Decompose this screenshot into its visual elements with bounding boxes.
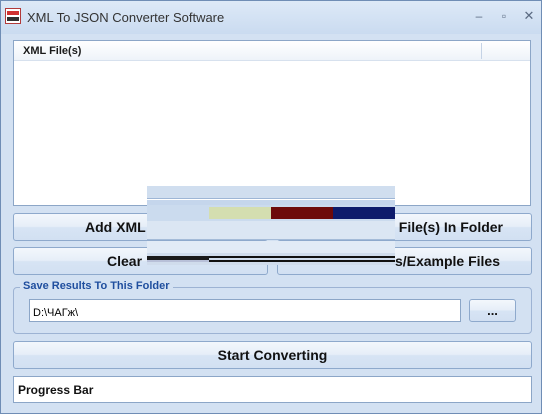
example-files-label: s/Example Files bbox=[394, 253, 500, 269]
add-files-in-folder-label: File(s) In Folder bbox=[398, 219, 503, 235]
artifact-band bbox=[147, 241, 395, 253]
browse-folder-button[interactable]: ... bbox=[469, 299, 516, 322]
artifact-band bbox=[147, 253, 395, 265]
artifact-green-block bbox=[209, 207, 271, 219]
maximize-icon[interactable]: ▫ bbox=[496, 9, 512, 23]
output-folder-input[interactable] bbox=[29, 299, 461, 322]
xml-file-list[interactable]: XML File(s) bbox=[13, 40, 531, 206]
progress-bar: Progress Bar bbox=[13, 376, 532, 403]
minimize-icon[interactable]: – bbox=[471, 9, 487, 23]
column-header-xml-files[interactable]: XML File(s) bbox=[23, 45, 81, 57]
app-window: XML To JSON Converter Software – ▫ ✕ XML… bbox=[0, 0, 542, 414]
start-converting-button[interactable]: Start Converting bbox=[13, 341, 532, 369]
progress-bar-label: Progress Bar bbox=[18, 383, 94, 397]
app-logo-icon bbox=[5, 8, 21, 24]
artifact-band bbox=[147, 205, 395, 221]
save-folder-group-title: Save Results To This Folder bbox=[20, 280, 173, 292]
title-bar[interactable]: XML To JSON Converter Software – ▫ ✕ bbox=[1, 1, 541, 34]
list-column-header[interactable]: XML File(s) bbox=[14, 41, 530, 61]
add-xml-files-label: Add XML bbox=[85, 219, 146, 235]
artifact-band bbox=[147, 221, 395, 240]
artifact-line bbox=[209, 256, 395, 258]
clear-label: Clear bbox=[107, 253, 143, 269]
artifact-line bbox=[147, 260, 209, 262]
rendering-artifact bbox=[147, 186, 395, 266]
artifact-line bbox=[209, 260, 395, 262]
artifact-blue-block bbox=[333, 207, 395, 219]
artifact-band bbox=[147, 186, 395, 199]
window-title: XML To JSON Converter Software bbox=[27, 10, 225, 25]
column-divider[interactable] bbox=[481, 43, 482, 59]
close-icon[interactable]: ✕ bbox=[521, 9, 537, 23]
artifact-red-block bbox=[271, 207, 333, 219]
